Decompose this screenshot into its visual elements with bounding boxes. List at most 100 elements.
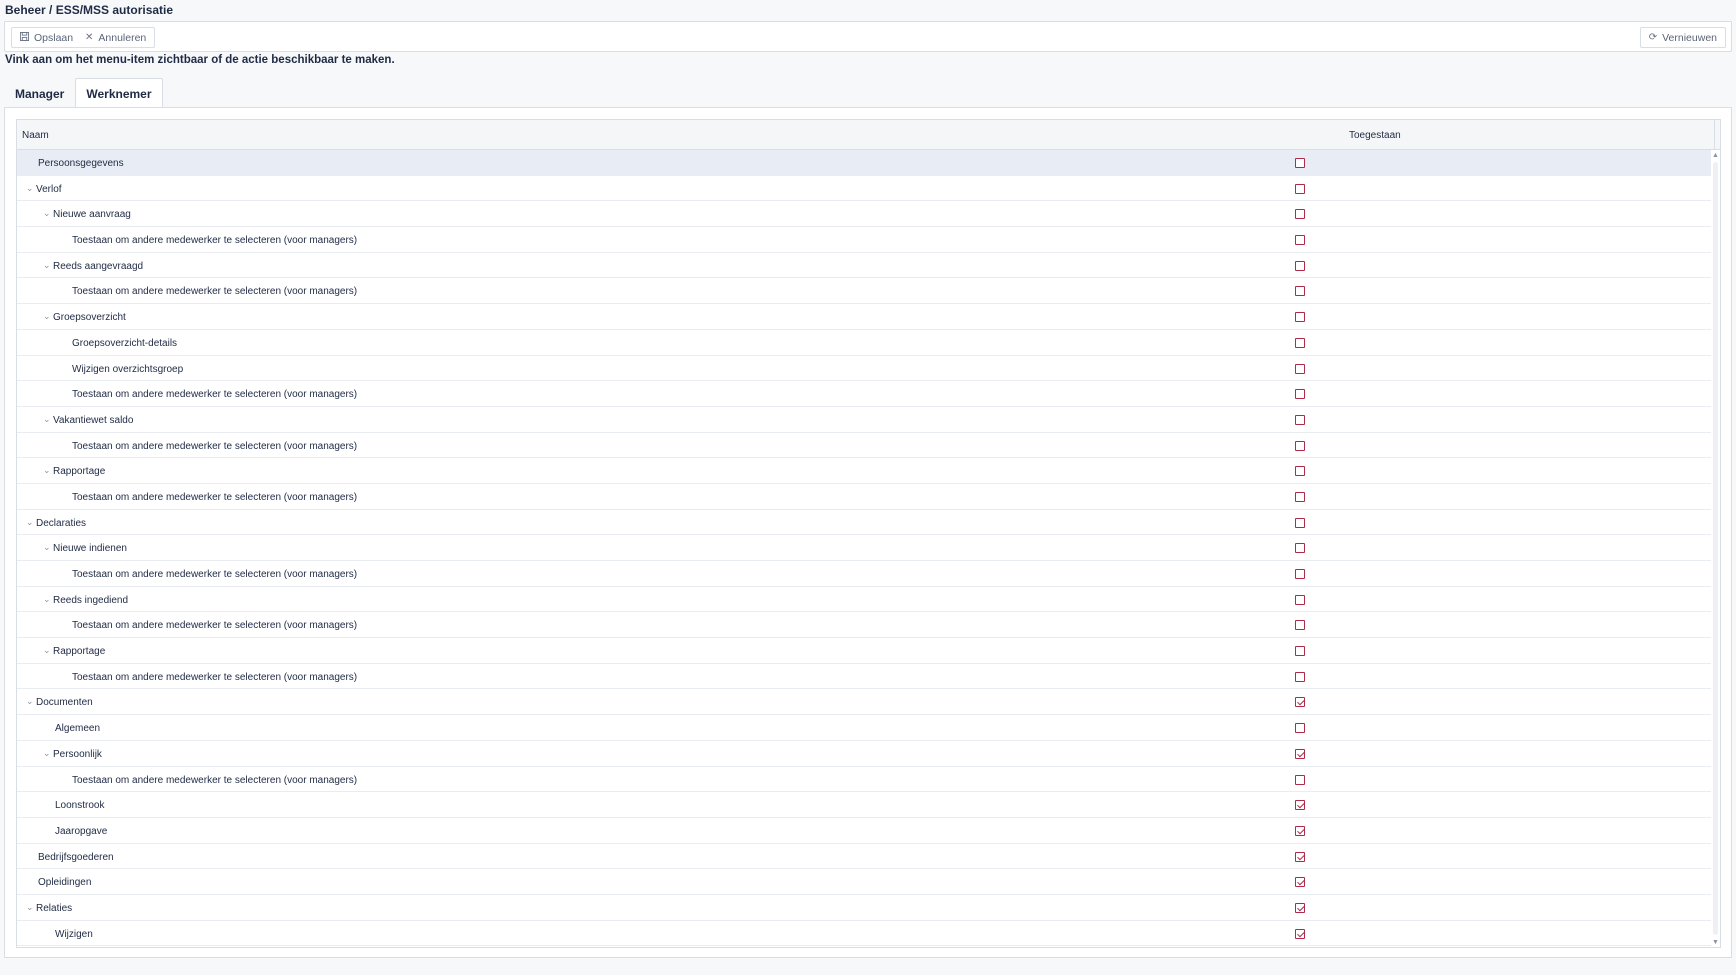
- chevron-down-icon[interactable]: ⌄: [43, 748, 51, 759]
- toegestaan-checkbox[interactable]: [1295, 671, 1305, 682]
- grid-header: Naam Toegestaan: [17, 120, 1720, 150]
- chevron-down-icon[interactable]: ⌄: [43, 208, 51, 219]
- toegestaan-checkbox[interactable]: [1295, 723, 1305, 734]
- scroll-down-arrow-icon[interactable]: ▼: [1712, 939, 1719, 946]
- tree-row[interactable]: Loonstrook: [17, 792, 1711, 818]
- tree-row-label: Relaties: [36, 902, 73, 914]
- tree-row[interactable]: Jaaropgave: [17, 818, 1711, 844]
- cancel-button[interactable]: ✕ Annuleren: [77, 27, 156, 48]
- tree-row[interactable]: ⌄ Rapportage: [17, 638, 1711, 664]
- tree-row[interactable]: Toestaan om andere medewerker te selecte…: [17, 433, 1711, 459]
- authorization-tree-grid: Naam Toegestaan Persoonsgegevens ⌄ Verlof ⌄…: [16, 119, 1721, 948]
- chevron-down-icon[interactable]: ⌄: [43, 311, 51, 322]
- tree-row[interactable]: ⌄ Persoonlijk: [17, 741, 1711, 767]
- tree-row[interactable]: ⌄ Vakantiewet saldo: [17, 407, 1711, 433]
- save-button[interactable]: Opslaan: [11, 27, 83, 48]
- chevron-down-icon[interactable]: ⌄: [43, 465, 51, 476]
- tree-row[interactable]: ⌄ Reeds ingediend: [17, 587, 1711, 613]
- tree-row-label: Algemeen: [55, 723, 101, 735]
- tab-werknemer[interactable]: Werknemer: [75, 78, 163, 108]
- toegestaan-checkbox[interactable]: [1295, 594, 1305, 605]
- toegestaan-checkbox[interactable]: [1295, 569, 1305, 579]
- toegestaan-checkbox[interactable]: [1295, 825, 1305, 836]
- tree-row[interactable]: ⌄ Rapportage: [17, 458, 1711, 484]
- tree-row[interactable]: Toestaan om andere medewerker te selecte…: [17, 664, 1711, 690]
- grid-body: Persoonsgegevens ⌄ Verlof ⌄ Nieuwe aanvraag T…: [17, 150, 1711, 947]
- tree-row[interactable]: ⌄ Verlof: [17, 176, 1711, 202]
- toegestaan-checkbox[interactable]: [1295, 928, 1305, 939]
- tree-row[interactable]: ⌄ Nieuwe indienen: [17, 535, 1711, 561]
- tree-row[interactable]: Toestaan om andere medewerker te selecte…: [17, 227, 1711, 253]
- toegestaan-checkbox[interactable]: [1295, 697, 1305, 708]
- tab-manager[interactable]: Manager: [4, 78, 75, 108]
- tree-row[interactable]: ⌄ Declaraties: [17, 510, 1711, 536]
- tree-row[interactable]: Toestaan om andere medewerker te selecte…: [17, 612, 1711, 639]
- chevron-down-icon[interactable]: ⌄: [43, 414, 51, 425]
- tree-row[interactable]: ⌄ Reeds aangevraagd: [17, 253, 1711, 279]
- tree-row[interactable]: ⌄ Relaties: [17, 895, 1711, 921]
- tree-row-label: Jaaropgave: [55, 825, 108, 837]
- toegestaan-checkbox[interactable]: [1295, 774, 1305, 785]
- tree-row[interactable]: Wijzigen: [17, 921, 1711, 947]
- tree-row[interactable]: Toestaan om andere medewerker te selecte…: [17, 767, 1711, 793]
- toegestaan-checkbox[interactable]: [1295, 260, 1305, 271]
- tree-row[interactable]: ⌄ Documenten: [17, 689, 1711, 716]
- tree-row[interactable]: Toestaan om andere medewerker te selecte…: [17, 278, 1711, 305]
- toegestaan-checkbox[interactable]: [1295, 235, 1305, 246]
- tree-row-label: Groepsoverzicht: [53, 312, 126, 324]
- vertical-scrollbar[interactable]: ▲ ▼: [1711, 150, 1720, 947]
- tree-row[interactable]: Toestaan om andere medewerker te selecte…: [17, 381, 1711, 407]
- toegestaan-checkbox[interactable]: [1295, 851, 1305, 862]
- toegestaan-checkbox[interactable]: [1295, 877, 1305, 888]
- tree-row[interactable]: Toestaan om andere medewerker te selecte…: [17, 561, 1711, 587]
- column-header-naam[interactable]: Naam: [22, 130, 49, 141]
- toegestaan-checkbox[interactable]: [1295, 337, 1305, 348]
- toegestaan-checkbox[interactable]: [1295, 183, 1305, 194]
- tree-row[interactable]: Algemeen: [17, 715, 1711, 741]
- toegestaan-checkbox[interactable]: [1295, 517, 1305, 528]
- tree-row[interactable]: ⌄ Nieuwe aanvraag: [17, 201, 1711, 228]
- toegestaan-checkbox[interactable]: [1295, 748, 1305, 759]
- scroll-up-arrow-icon[interactable]: ▲: [1712, 152, 1719, 159]
- toegestaan-checkbox[interactable]: [1295, 312, 1305, 323]
- tree-row[interactable]: Toestaan om andere medewerker te selecte…: [17, 484, 1711, 510]
- toegestaan-checkbox[interactable]: [1295, 209, 1305, 220]
- chevron-down-icon[interactable]: ⌄: [43, 542, 51, 553]
- scrollbar-thumb[interactable]: [1713, 162, 1718, 935]
- toegestaan-checkbox[interactable]: [1295, 620, 1305, 631]
- chevron-down-icon[interactable]: ⌄: [26, 183, 34, 194]
- tree-row-label: Toestaan om andere medewerker te selecte…: [72, 389, 358, 401]
- toegestaan-checkbox[interactable]: [1295, 902, 1305, 913]
- tree-row[interactable]: Opleidingen: [17, 869, 1711, 895]
- chevron-down-icon[interactable]: ⌄: [26, 696, 34, 707]
- toegestaan-checkbox[interactable]: [1295, 440, 1305, 451]
- tree-row[interactable]: Persoonsgegevens: [17, 150, 1711, 176]
- tree-row-label: Persoonlijk: [53, 748, 102, 760]
- toegestaan-checkbox[interactable]: [1295, 158, 1305, 168]
- tree-row-label: Toestaan om andere medewerker te selecte…: [72, 235, 358, 247]
- tree-row[interactable]: ⌄ Groepsoverzicht: [17, 304, 1711, 330]
- tree-row[interactable]: Wijzigen overzichtsgroep: [17, 356, 1711, 382]
- tree-row[interactable]: Groepsoverzicht-details: [17, 330, 1711, 356]
- chevron-down-icon[interactable]: ⌄: [43, 260, 51, 271]
- toegestaan-checkbox[interactable]: [1295, 646, 1305, 657]
- tree-row-label: Wijzigen overzichtsgroep: [72, 363, 184, 375]
- chevron-down-icon[interactable]: ⌄: [26, 517, 34, 528]
- toegestaan-checkbox[interactable]: [1295, 491, 1305, 502]
- tree-row-label: Toestaan om andere medewerker te selecte…: [72, 671, 358, 683]
- refresh-button[interactable]: ⟳ Vernieuwen: [1639, 27, 1726, 48]
- instruction-text: Vink aan om het menu-item zichtbaar of d…: [5, 54, 395, 66]
- toegestaan-checkbox[interactable]: [1295, 363, 1305, 374]
- toegestaan-checkbox[interactable]: [1295, 800, 1305, 811]
- toegestaan-checkbox[interactable]: [1295, 543, 1305, 554]
- toegestaan-checkbox[interactable]: [1295, 414, 1305, 425]
- toegestaan-checkbox[interactable]: [1295, 466, 1305, 477]
- tree-row[interactable]: Bedrijfsgoederen: [17, 844, 1711, 870]
- toegestaan-checkbox[interactable]: [1295, 389, 1305, 400]
- toegestaan-checkbox[interactable]: [1295, 286, 1305, 297]
- chevron-down-icon[interactable]: ⌄: [26, 902, 34, 913]
- chevron-down-icon[interactable]: ⌄: [43, 645, 51, 656]
- column-header-toegestaan[interactable]: Toegestaan: [1349, 130, 1401, 141]
- tree-row-label: Reeds ingediend: [53, 594, 129, 606]
- chevron-down-icon[interactable]: ⌄: [43, 594, 51, 605]
